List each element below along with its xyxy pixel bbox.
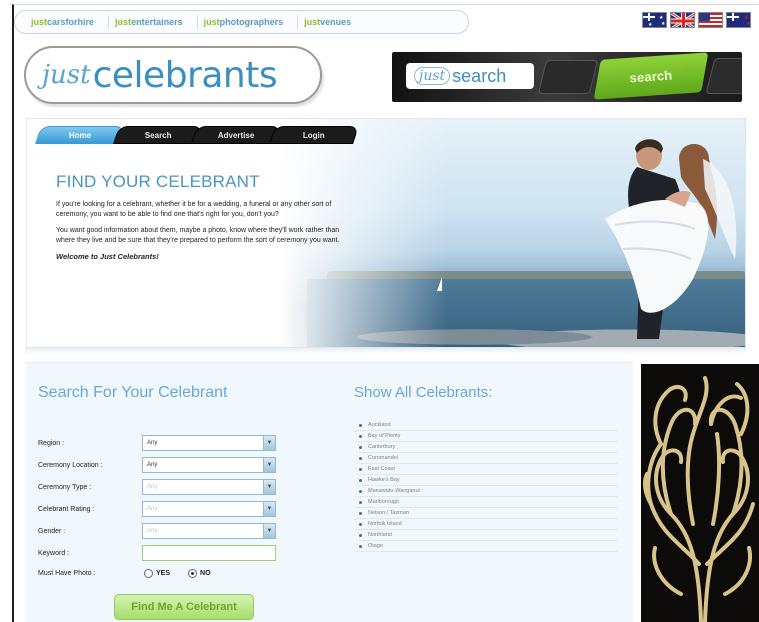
new-zealand-flag-icon[interactable]: ★ ★ [726, 12, 751, 28]
ceremony-location-label: Ceremony Location : [38, 461, 103, 469]
decorative-art-panel [641, 364, 759, 622]
tab-login[interactable]: Login [269, 126, 359, 144]
celebrant-rating-row: Celebrant Rating : Any ▼ [38, 500, 278, 518]
region-select[interactable]: Any ▼ [142, 435, 276, 451]
region-list: Auckland Bay of Plenty Canterbury Coroma… [356, 420, 618, 552]
chevron-down-icon: ▼ [263, 502, 275, 516]
region-list-item[interactable]: East Coast [356, 464, 618, 475]
keyword-input[interactable] [142, 545, 276, 561]
chevron-down-icon: ▼ [263, 458, 275, 472]
search-just-text: just [414, 67, 451, 85]
celebrant-rating-select[interactable]: Any ▼ [142, 501, 276, 517]
network-link-photographers[interactable]: justphotographers [198, 15, 299, 29]
photo-yes-radio[interactable]: YES [144, 568, 170, 578]
australia-flag-icon[interactable]: ★ ★ ★ [642, 12, 667, 28]
chevron-down-icon: ▼ [263, 480, 275, 494]
region-list-item[interactable]: Otago [356, 541, 618, 552]
hero-title: FIND YOUR CELEBRANT [56, 172, 260, 191]
country-flags: ★ ★ ★ ★ ★ [642, 12, 751, 28]
keyboard-key-decoration [537, 60, 599, 94]
hero-welcome: Welcome to Just Celebrants! [56, 252, 159, 261]
region-list-item[interactable]: Hawke's Bay [356, 475, 618, 486]
region-list-item[interactable]: Northland [356, 530, 618, 541]
photo-label: Must Have Photo : [38, 569, 96, 577]
gender-label: Gender : [38, 527, 66, 535]
hero-paragraph-1: If you're looking for a celebrant, wheth… [56, 201, 332, 218]
find-celebrant-button[interactable]: Find Me A Celebrant [114, 594, 254, 620]
search-button[interactable]: search [593, 52, 709, 100]
wedding-couple-photo [605, 139, 737, 339]
main-nav-tabs: Home Search Advertise Login [35, 126, 359, 144]
region-list-item[interactable]: Auckland [356, 420, 618, 431]
network-link-venues[interactable]: justvenues [298, 15, 365, 29]
keyword-row: Keyword : [38, 544, 278, 562]
keyword-label: Keyword : [38, 549, 70, 557]
region-label: Region : [38, 439, 65, 447]
region-list-item[interactable]: Bay of Plenty [356, 431, 618, 442]
hero-text: FIND YOUR CELEBRANT If you're looking fo… [56, 172, 356, 261]
tab-home[interactable]: Home [35, 126, 125, 144]
region-list-item[interactable]: Marlborough [356, 497, 618, 508]
search-banner: just search search [392, 52, 742, 102]
ceremony-location-select[interactable]: Any ▼ [142, 457, 276, 473]
region-list-item[interactable]: Manawatu-Wanganui [356, 486, 618, 497]
gender-row: Gender : Any ▼ [38, 522, 278, 540]
region-list-item[interactable]: Nelson / Tasman [356, 508, 618, 519]
search-button-label: search [629, 67, 673, 85]
photo-row: Must Have Photo : YES NO [38, 564, 278, 582]
search-form-title: Search For Your Celebrant [38, 384, 228, 401]
gender-select[interactable]: Any ▼ [142, 523, 276, 539]
tab-advertise[interactable]: Advertise [191, 126, 281, 144]
photo-no-radio[interactable]: NO [188, 568, 211, 578]
region-list-item[interactable]: Coromandel [356, 453, 618, 464]
photo-radio-group: YES NO [144, 568, 211, 578]
region-row: Region : Any ▼ [38, 434, 278, 452]
show-all-title: Show All Celebrants: [354, 384, 493, 401]
celebrant-rating-label: Celebrant Rating : [38, 505, 95, 513]
tab-search[interactable]: Search [113, 126, 203, 144]
network-link-entertainers[interactable]: justentertainers [109, 15, 198, 29]
region-list-item[interactable]: Norfolk Island [356, 519, 618, 530]
search-word-text: search [452, 65, 507, 86]
network-link-carsforhire[interactable]: justcarsforhire [25, 15, 110, 29]
region-list-item[interactable]: Canterbury [356, 442, 618, 453]
keyboard-key-decoration [705, 58, 742, 94]
ceremony-type-select[interactable]: Any ▼ [142, 479, 276, 495]
site-logo[interactable]: just celebrants [24, 46, 322, 104]
search-box[interactable]: just search [406, 63, 534, 89]
logo-name-text: celebrants [92, 54, 278, 96]
hero-shadow [26, 348, 746, 354]
uk-flag-icon[interactable] [670, 12, 695, 28]
ceremony-type-label: Ceremony Type : [38, 483, 92, 491]
logo-just-text: just [42, 60, 91, 90]
ceremony-type-row: Ceremony Type : Any ▼ [38, 478, 278, 496]
usa-flag-icon[interactable] [698, 12, 723, 28]
chevron-down-icon: ▼ [263, 524, 275, 538]
hero-paragraph-2: You want good information about them, ma… [56, 227, 340, 244]
chevron-down-icon: ▼ [263, 436, 275, 450]
network-nav-bar: justcarsforhire justentertainers justpho… [14, 10, 469, 34]
ceremony-location-row: Ceremony Location : Any ▼ [38, 456, 278, 474]
